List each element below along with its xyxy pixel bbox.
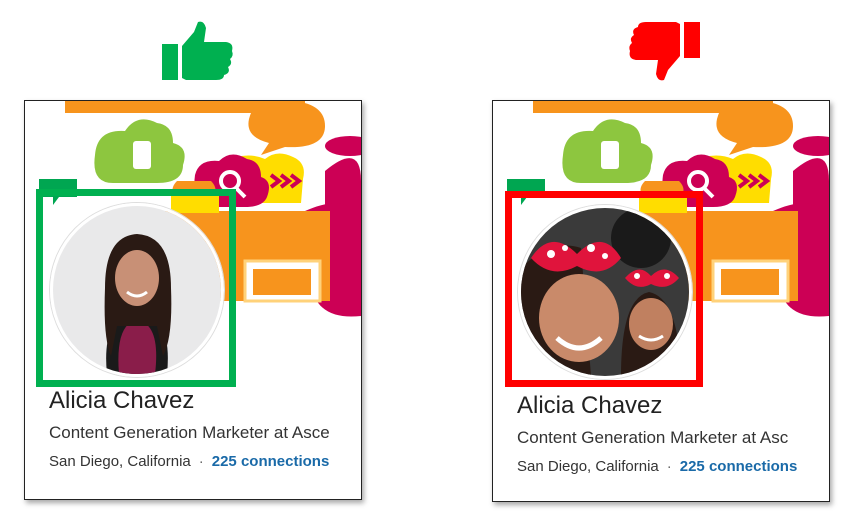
profile-headline: Content Generation Marketer at Asce <box>49 423 330 442</box>
profile-meta: San Diego, California · 225 connections <box>49 453 329 470</box>
connections-link[interactable]: 225 connections <box>680 458 798 475</box>
avatar <box>50 203 224 377</box>
profile-headline: Content Generation Marketer at Asc <box>517 428 789 447</box>
thumbs-down-icon <box>629 22 700 81</box>
profile-location: San Diego, California <box>517 458 659 475</box>
connections-link[interactable]: 225 connections <box>212 453 330 470</box>
profile-name: Alicia Chavez <box>49 387 195 414</box>
profile-name: Alicia Chavez <box>517 392 663 419</box>
profile-meta: San Diego, California · 225 connections <box>517 458 797 475</box>
profile-card-bad: Alicia Chavez Content Generation Markete… <box>492 100 830 502</box>
avatar <box>518 205 692 379</box>
profile-card-good: Alicia Chavez Content Generation Markete… <box>24 100 362 500</box>
meta-separator: · <box>198 453 204 470</box>
thumbs-up-icon <box>162 21 233 81</box>
meta-separator: · <box>666 458 672 475</box>
profile-location: San Diego, California <box>49 453 191 470</box>
